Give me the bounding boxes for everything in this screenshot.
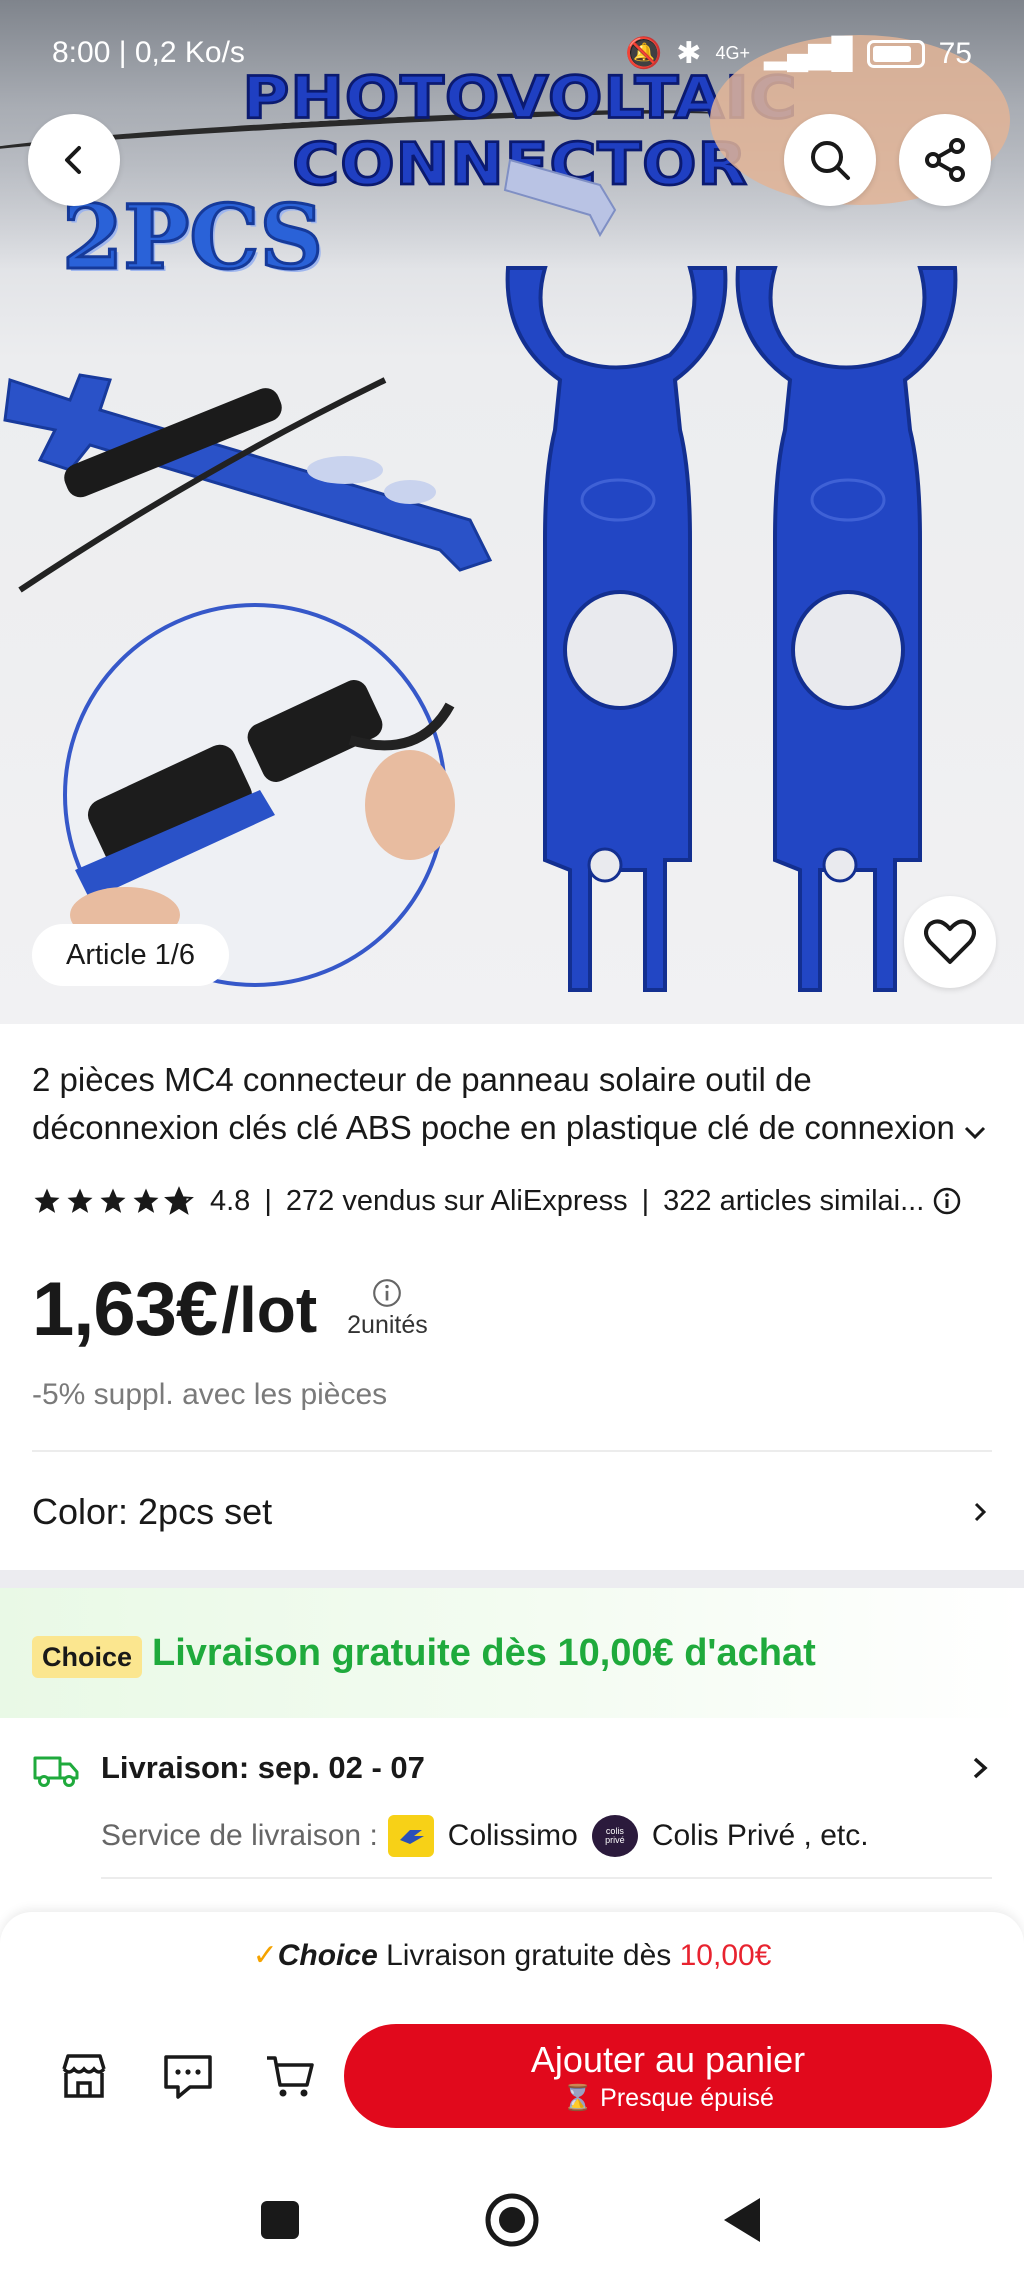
wrench-2-graphic	[735, 266, 958, 992]
colis-prive-logo-text: colis privé	[605, 1826, 625, 1845]
share-button[interactable]	[899, 114, 991, 206]
store-button[interactable]	[52, 2044, 116, 2108]
heart-icon	[924, 919, 976, 964]
back-nav-button[interactable]	[712, 2190, 772, 2250]
units-count: 2unités	[347, 1311, 428, 1339]
rating-stars	[32, 1186, 194, 1216]
colissimo-logo	[387, 1815, 434, 1857]
status-bar: 8:00 | 0,2 Ko/s 🔕 ✱ 4G+ ▂▄▆█ 75	[0, 30, 1024, 80]
wishlist-button[interactable]	[904, 896, 996, 988]
star-icon	[67, 1188, 93, 1213]
carrier-colissimo: Colissimo	[447, 1819, 578, 1852]
signal-icon: ▂▄▆█	[763, 37, 853, 70]
units-info[interactable]: 2unités	[347, 1277, 428, 1340]
back-icon	[65, 146, 81, 174]
search-button[interactable]	[784, 114, 876, 206]
star-icon	[133, 1188, 159, 1213]
add-to-cart-label: Ajouter au panier	[530, 2039, 806, 2080]
wrench-with-connector-graphic	[3, 373, 493, 593]
star-icon	[100, 1188, 126, 1213]
home-icon	[485, 2193, 539, 2247]
stock-status-text: Presque épuisé	[600, 2084, 774, 2112]
hourglass-icon: ⌛	[562, 2084, 594, 2112]
free-shipping-text: Livraison gratuite dès 10,00€ d'achat	[152, 1632, 816, 1674]
promo-text: Livraison gratuite dès	[386, 1939, 672, 1972]
stock-status: ⌛ Presque épuisé	[562, 2082, 774, 2114]
share-icon	[925, 138, 965, 182]
bluetooth-icon: ✱	[676, 37, 702, 70]
info-icon	[373, 1279, 402, 1307]
choice-badge: Choice	[32, 1636, 143, 1678]
color-selector[interactable]: Color: 2pcs set	[32, 1470, 992, 1554]
chevron-right-icon[interactable]	[968, 1752, 992, 1784]
home-button[interactable]	[482, 2190, 542, 2250]
star-icon	[34, 1188, 60, 1213]
chevron-down-icon[interactable]	[960, 1118, 990, 1148]
back-button[interactable]	[28, 114, 120, 206]
delivery-services: Service de livraison : Colissimo colis p…	[101, 1812, 869, 1860]
chat-icon	[164, 2055, 212, 2099]
colissimo-icon	[399, 1830, 424, 1844]
truck-icon	[33, 1756, 79, 1787]
search-icon	[811, 141, 850, 180]
delivery-date[interactable]: Livraison: sep. 02 - 07	[101, 1750, 425, 1786]
rating-row[interactable]: 4.8 | 272 vendus sur AliExpress | 322 ar…	[32, 1180, 996, 1222]
recents-button[interactable]	[250, 2190, 310, 2250]
product-image-carousel[interactable]: PHOTOVOLTAIC CONNECTOR 2PCS	[0, 0, 1024, 1024]
separator: |	[264, 1184, 272, 1217]
status-icons: 🔕 ✱ 4G+ ▂▄▆█ 75	[625, 36, 972, 71]
mute-icon: 🔕	[624, 37, 663, 70]
star-half-icon	[164, 1186, 194, 1215]
service-label: Service de livraison :	[101, 1819, 378, 1852]
product-title-line2: déconnexion clés clé ABS poche en plasti…	[32, 1109, 955, 1146]
check-icon: ✓	[252, 1939, 278, 1972]
colis-prive-logo: colis privé	[591, 1815, 638, 1857]
section-separator	[0, 1570, 1024, 1588]
recents-icon	[261, 2201, 299, 2239]
chat-button[interactable]	[156, 2044, 220, 2108]
divider	[101, 1877, 992, 1879]
sold-count: 272 vendus sur AliExpress	[285, 1184, 628, 1217]
promo-line: ✓Choice Livraison gratuite dès 10,00€	[0, 1938, 1024, 1973]
separator: |	[641, 1184, 650, 1217]
chevron-right-icon	[974, 1502, 987, 1522]
extra-discount-text: -5% suppl. avec les pièces	[32, 1378, 388, 1411]
battery-icon	[866, 39, 925, 68]
carrier-colis-prive: Colis Privé , etc.	[651, 1819, 869, 1852]
info-icon[interactable]	[932, 1186, 962, 1216]
status-time-speed: 8:00 | 0,2 Ko/s	[52, 36, 245, 69]
back-triangle-icon	[724, 2198, 760, 2242]
similar-items-link[interactable]: 322 articles similai...	[663, 1185, 924, 1218]
wrench-1-graphic	[505, 266, 728, 992]
network-label: 4G+	[715, 43, 750, 63]
promo-price: 10,00€	[679, 1939, 772, 1972]
price-unit: /lot	[221, 1274, 318, 1346]
article-counter: Article 1/6	[32, 924, 229, 986]
product-title-line1: 2 pièces MC4 connecteur de panneau solai…	[32, 1061, 812, 1098]
color-label: Color: 2pcs set	[32, 1491, 273, 1532]
store-icon	[62, 2054, 106, 2098]
product-title[interactable]: 2 pièces MC4 connecteur de panneau solai…	[32, 1056, 992, 1152]
price-row: 1,63€ /lot 2unités	[32, 1250, 428, 1350]
cart-button[interactable]	[258, 2044, 322, 2108]
add-to-cart-button[interactable]: Ajouter au panier ⌛ Presque épuisé	[344, 2024, 992, 2128]
promo-choice: Choice	[277, 1939, 378, 1972]
cart-icon	[267, 2056, 314, 2097]
price-value: 1,63€	[32, 1267, 218, 1352]
divider	[32, 1450, 992, 1452]
rating-value: 4.8	[210, 1184, 251, 1217]
battery-level: 75	[938, 36, 972, 70]
small-wrench-graphic	[503, 158, 617, 238]
